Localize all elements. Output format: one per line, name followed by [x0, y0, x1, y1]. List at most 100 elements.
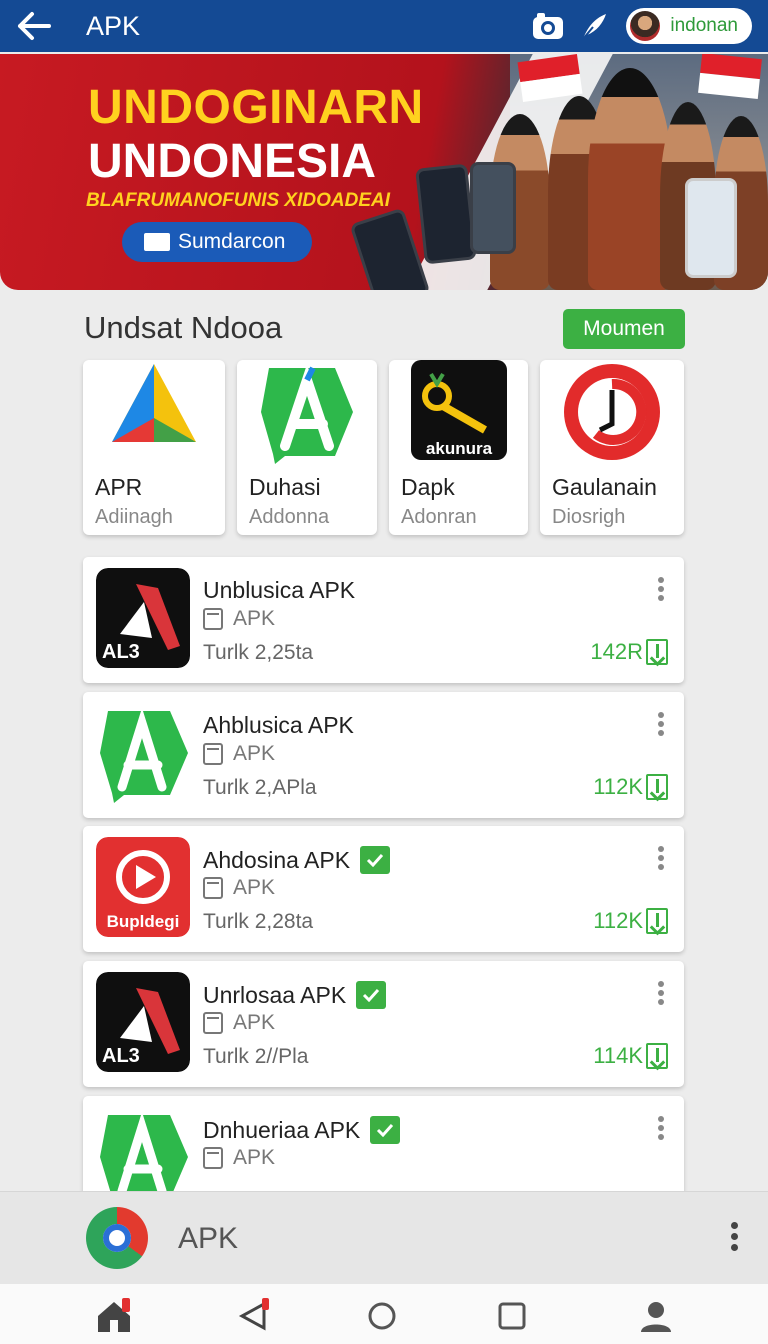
featured-card[interactable]: akunura Dapk Adonran: [389, 360, 528, 535]
more-options-button[interactable]: [656, 981, 666, 1008]
featured-sub: Diosrigh: [552, 506, 626, 528]
list-item[interactable]: AL3 Unrlosaa APK APK Turlk 2//Pla 114K: [83, 961, 684, 1087]
download-icon: [646, 639, 668, 665]
featured-card[interactable]: Duhasi Addonna: [237, 360, 377, 535]
list-item[interactable]: Bupldegi Ahdosina APK APK Turlk 2,28ta 1…: [83, 826, 684, 952]
app-type: APK: [203, 607, 275, 631]
banner-cta-button[interactable]: Sumdarcon: [122, 222, 312, 262]
app-type-label: APK: [233, 1011, 276, 1034]
feather-icon: [582, 14, 607, 40]
app-icon: AL3: [96, 568, 190, 668]
list-item[interactable]: Dnhueriaa APK APK: [83, 1096, 684, 1207]
app-icon-text: Bupldegi: [107, 912, 180, 931]
featured-name: Dapk: [401, 474, 455, 500]
profile-button[interactable]: indonan: [626, 8, 752, 44]
download-count-label: 112K: [593, 908, 643, 933]
download-count: 112K: [593, 774, 668, 800]
list-item[interactable]: AL3 Unblusica APK APK Turlk 2,25ta 142R: [83, 557, 684, 683]
verified-icon: [356, 981, 387, 1009]
phone-image: [415, 163, 477, 265]
app-meta: Turlk 2,APla: [203, 776, 317, 799]
edit-button[interactable]: [574, 6, 614, 46]
app-icon-text: AL3: [102, 641, 140, 663]
home-icon: [98, 1298, 130, 1332]
now-playing-label: APK: [178, 1222, 239, 1255]
featured-sub: Addonna: [249, 506, 330, 528]
camera-button[interactable]: [528, 6, 568, 46]
more-options-button[interactable]: [656, 712, 666, 739]
banner-subtitle: BLAFRUMANOFUNIS XIDOADEAI: [86, 190, 390, 211]
download-count: 142R: [590, 639, 668, 665]
more-options-button[interactable]: [656, 846, 666, 873]
nav-profile-button[interactable]: [636, 1296, 676, 1336]
download-icon: [646, 1043, 668, 1069]
app-icon: [112, 364, 196, 442]
list-item[interactable]: Ahblusica APK APK Turlk 2,APla 112K: [83, 692, 684, 818]
featured-name: Duhasi: [249, 474, 321, 500]
profile-label: indonan: [670, 15, 738, 36]
download-count: 112K: [593, 908, 668, 934]
featured-sub: Adonran: [401, 506, 477, 528]
nav-recents-button[interactable]: [492, 1296, 532, 1336]
app-title-text: Unblusica APK: [203, 577, 356, 603]
download-count-label: 114K: [593, 1043, 643, 1068]
now-playing-bar[interactable]: APK: [0, 1191, 768, 1284]
phone-image: [470, 162, 516, 254]
download-count-label: 142R: [590, 639, 643, 664]
app-title: Dnhueriaa APK: [203, 1116, 401, 1144]
play-icon: Bupldegi: [96, 837, 190, 937]
app-meta: Turlk 2,25ta: [203, 641, 314, 664]
package-icon: [203, 1147, 223, 1169]
person-icon: [641, 1302, 671, 1332]
app-title-text: Dnhueriaa APK: [203, 1116, 361, 1143]
app-type-label: APK: [233, 1146, 276, 1169]
app-title-text: Unrlosaa APK: [203, 981, 347, 1008]
verified-icon: [360, 846, 391, 874]
chrome-icon: [86, 1207, 148, 1269]
nav-home-button[interactable]: [94, 1296, 134, 1336]
music-icon: [564, 364, 660, 460]
arrow-left-icon: [18, 12, 51, 40]
circle-icon: [368, 1302, 396, 1330]
flag-icon: [517, 54, 583, 102]
player-menu-button[interactable]: [731, 1222, 738, 1255]
app-icon-text: AL3: [102, 1045, 140, 1067]
app-icon-text: akunura: [425, 439, 492, 458]
page-title: APK: [86, 10, 141, 41]
banner-cta-label: Sumdarcon: [178, 230, 286, 253]
download-icon: [646, 908, 668, 934]
square-icon: [498, 1302, 526, 1330]
section-title: Undsat Ndooa: [84, 310, 283, 345]
featured-name: Gaulanain: [552, 474, 657, 500]
more-options-button[interactable]: [656, 577, 666, 604]
flag-icon: [698, 54, 762, 100]
package-icon: [203, 877, 223, 899]
mail-icon: [144, 233, 170, 251]
avatar: [630, 11, 661, 41]
triangle-back-icon: [238, 1298, 269, 1331]
app-title: Unrlosaa APK: [203, 981, 387, 1009]
app-title: Ahblusica APK: [203, 712, 354, 739]
app-meta: Turlk 2//Pla: [203, 1045, 309, 1068]
phone-image: [685, 178, 737, 278]
more-options-button[interactable]: [656, 1116, 666, 1143]
banner-title-line1: UNDOGINARN: [88, 81, 424, 134]
featured-card[interactable]: APR Adiinagh: [83, 360, 225, 535]
app-type: APK: [203, 742, 275, 766]
more-button[interactable]: Moumen: [563, 309, 685, 349]
app-store-icon: [261, 364, 353, 464]
nav-back-button[interactable]: [234, 1296, 274, 1336]
app-title: Ahdosina APK: [203, 846, 391, 874]
app-store-icon: [100, 707, 188, 803]
download-count-label: 112K: [593, 774, 643, 799]
nav-home-circle-button[interactable]: [362, 1296, 402, 1336]
banner-title-line2: UNDONESIA: [88, 135, 377, 188]
featured-sub: Adiinagh: [95, 506, 173, 528]
package-icon: [203, 608, 223, 630]
download-icon: [646, 774, 668, 800]
phone-image: [349, 207, 431, 290]
app-title: Unblusica APK: [203, 577, 355, 604]
featured-card[interactable]: Gaulanain Diosrigh: [540, 360, 684, 535]
navigation-bar: [0, 1284, 768, 1344]
back-button[interactable]: [12, 4, 56, 48]
